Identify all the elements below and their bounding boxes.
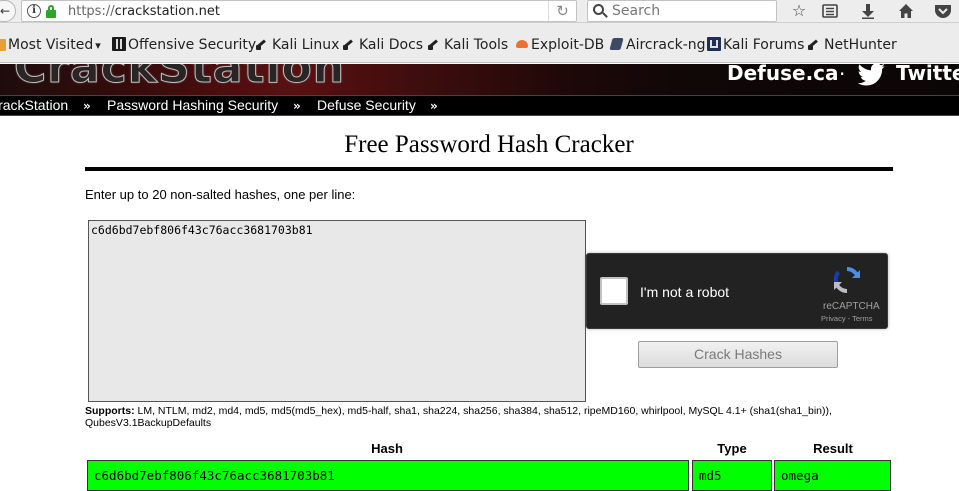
page-title: Free Password Hash Cracker	[344, 131, 634, 158]
chevron-down-icon[interactable]: »	[83, 99, 91, 113]
result-type-cell: md5	[692, 460, 772, 491]
kali-forums-icon	[707, 37, 721, 51]
recaptcha-brand: reCAPTCHA	[823, 301, 880, 312]
info-icon[interactable]: i	[27, 4, 41, 18]
recaptcha-icon	[831, 264, 863, 296]
banner-separator: ·	[839, 64, 846, 86]
rss-icon	[0, 39, 6, 51]
aircrack-icon	[609, 37, 624, 51]
supports-list: LM, NTLM, md2, md4, md5, md5(md5_hex), m…	[85, 405, 832, 429]
recaptcha-label: I'm not a robot	[640, 284, 730, 300]
kali-dragon-icon	[256, 37, 270, 51]
twitter-icon[interactable]	[857, 64, 886, 87]
recaptcha-links: Privacy - Terms	[821, 314, 873, 323]
site-logo[interactable]: CrackStation	[13, 64, 345, 94]
bookmark-offensive-security[interactable]: Offensive Security	[112, 37, 256, 53]
url-text[interactable]: https://crackstation.net	[68, 4, 220, 19]
kali-dragon-icon	[808, 37, 822, 51]
home-icon[interactable]	[895, 1, 917, 21]
site-nav: CrackStation » Password Hashing Security…	[0, 95, 959, 116]
search-icon	[593, 4, 608, 19]
site-banner: CrackStation Defuse.ca · Twitter	[0, 64, 959, 95]
chevron-down-icon[interactable]: »	[293, 99, 301, 113]
bookmark-nethunter[interactable]: NetHunter	[808, 37, 897, 53]
bookmark-kali-forums[interactable]: Kali Forums	[707, 37, 804, 53]
result-hash-cell: c6d6bd7ebf806f43c76acc3681703b81	[87, 460, 689, 491]
url-host: crackstation.net	[114, 4, 220, 19]
bookmark-most-visited[interactable]: Most Visited ▾	[0, 37, 101, 53]
back-arrow-icon: ←	[0, 4, 10, 18]
bookmark-exploit-db[interactable]: Exploit-DB	[515, 37, 604, 53]
download-icon[interactable]	[857, 1, 879, 21]
bookmark-kali-tools[interactable]: Kali Tools	[428, 37, 508, 53]
recaptcha-terms-link[interactable]: Terms	[852, 314, 872, 323]
recaptcha-privacy-link[interactable]: Privacy	[821, 314, 846, 323]
search-input[interactable]: Search	[587, 0, 777, 22]
bookmark-kali-linux[interactable]: Kali Linux	[256, 37, 339, 53]
instructions-text: Enter up to 20 non-salted hashes, one pe…	[85, 187, 356, 202]
nav-item-crackstation[interactable]: CrackStation	[0, 97, 68, 113]
exploitdb-icon	[515, 37, 529, 51]
supported-algorithms: Supports: LM, NTLM, md2, md4, md5, md5(m…	[85, 405, 885, 429]
chevron-down-icon[interactable]: »	[430, 99, 438, 113]
reload-icon[interactable]: ↻	[548, 1, 576, 21]
url-protocol: https://	[68, 4, 115, 19]
lock-icon[interactable]	[46, 5, 56, 18]
kali-dragon-icon	[428, 37, 442, 51]
bookmark-aircrack-ng[interactable]: Aircrack-ng	[609, 37, 706, 53]
offsec-icon	[112, 37, 126, 51]
browser-toolbar: ← i https://crackstation.net ↻ Search ☆	[0, 0, 959, 23]
reading-list-icon[interactable]	[819, 1, 841, 21]
back-button[interactable]: ←	[0, 0, 16, 22]
twitter-link[interactable]: Twitter	[896, 64, 959, 85]
defuse-link[interactable]: Defuse.ca	[727, 64, 839, 85]
pocket-icon[interactable]	[932, 1, 954, 21]
bookmark-star-icon[interactable]: ☆	[788, 1, 810, 21]
recaptcha-widget: I'm not a robot reCAPTCHA Privacy - Term…	[586, 253, 888, 329]
bookmarks-bar: Most Visited ▾ Offensive Security Kali Li…	[0, 23, 959, 63]
hash-input[interactable]: c6d6bd7ebf806f43c76acc3681703b81	[88, 220, 586, 402]
column-header-type: Type	[717, 441, 747, 456]
nav-item-password-hashing[interactable]: Password Hashing Security	[107, 97, 278, 113]
chevron-down-icon: ▾	[95, 39, 101, 52]
kali-dragon-icon	[343, 37, 357, 51]
bookmark-kali-docs[interactable]: Kali Docs	[343, 37, 423, 53]
result-value-cell: omega	[774, 460, 891, 491]
column-header-result: Result	[813, 441, 853, 456]
column-header-hash: Hash	[371, 441, 403, 456]
search-placeholder: Search	[612, 3, 661, 19]
url-bar[interactable]: i https://crackstation.net ↻	[21, 0, 577, 22]
nav-item-defuse-security[interactable]: Defuse Security	[317, 97, 416, 113]
title-divider	[85, 167, 893, 171]
supports-label: Supports:	[85, 405, 135, 417]
crack-hashes-button[interactable]: Crack Hashes	[638, 341, 838, 368]
recaptcha-checkbox[interactable]	[600, 277, 628, 305]
